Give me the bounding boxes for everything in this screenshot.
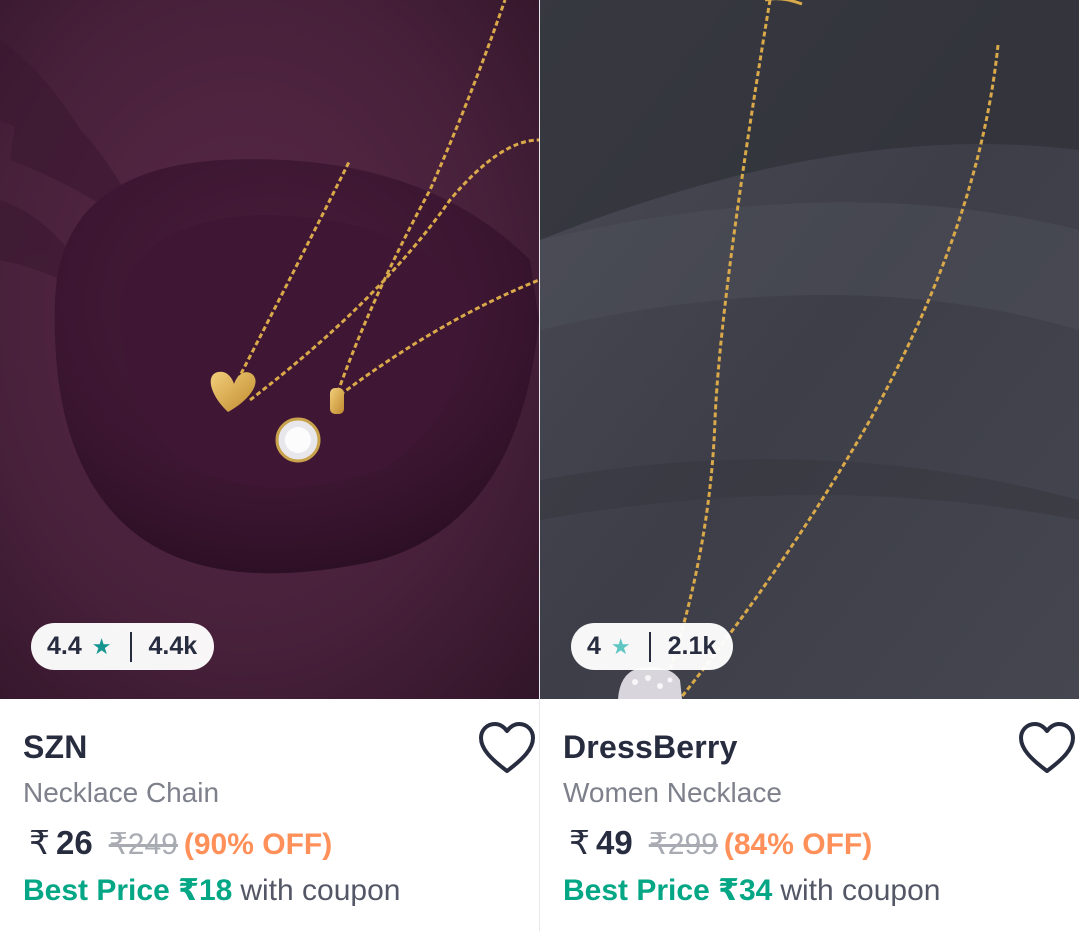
rating-value: 4.4 [47, 632, 82, 660]
product-grid: 4.4 ★ 4.4k SZN Necklace Chain ₹26 ₹249 (… [0, 0, 1079, 931]
product-name: Necklace Chain [23, 777, 220, 808]
best-price-label: Best Price ₹34 [563, 874, 773, 907]
coupon-text: with coupon [780, 874, 941, 907]
product-brand: DressBerry [563, 729, 738, 765]
product-name: Women Necklace [563, 777, 782, 808]
heart-outline-icon [479, 722, 535, 773]
heart-outline-icon [1019, 722, 1075, 773]
mrp-price: ₹299 [648, 828, 718, 861]
wishlist-button[interactable] [1017, 721, 1077, 777]
rating-count: 2.1k [667, 632, 717, 660]
rating-separator [129, 631, 132, 662]
rating-separator [648, 631, 651, 662]
star-icon: ★ [610, 633, 631, 659]
product-card[interactable]: 4.4 ★ 4.4k SZN Necklace Chain ₹26 ₹249 (… [0, 0, 539, 931]
product-info[interactable]: DressBerry Women Necklace ₹49 ₹299 (84% … [540, 699, 1079, 931]
discount-label: (84% OFF) [723, 828, 873, 861]
best-price: Best Price ₹18 with coupon [23, 873, 400, 908]
price-row: ₹26 ₹249 (90% OFF) [29, 823, 332, 862]
product-image[interactable] [540, 0, 1079, 699]
selling-price: ₹49 [569, 824, 633, 861]
product-brand: SZN [23, 729, 88, 765]
star-icon: ★ [91, 633, 112, 659]
product-card[interactable]: 4 ★ 2.1k DressBerry Women Necklace ₹49 ₹… [540, 0, 1079, 931]
rating-value: 4 [587, 632, 601, 660]
mrp-price: ₹249 [108, 828, 178, 861]
rating-badge: 4.4 ★ 4.4k [31, 623, 215, 670]
price-row: ₹49 ₹299 (84% OFF) [569, 823, 872, 862]
best-price: Best Price ₹34 with coupon [563, 873, 940, 908]
product-image[interactable] [0, 0, 539, 699]
rating-badge: 4 ★ 2.1k [571, 623, 734, 670]
selling-price: ₹26 [29, 824, 93, 861]
coupon-text: with coupon [240, 874, 401, 907]
wishlist-button[interactable] [477, 721, 537, 777]
discount-label: (90% OFF) [183, 828, 333, 861]
rating-count: 4.4k [148, 632, 198, 660]
best-price-label: Best Price ₹18 [23, 874, 233, 907]
product-info[interactable]: SZN Necklace Chain ₹26 ₹249 (90% OFF) Be… [0, 699, 539, 931]
